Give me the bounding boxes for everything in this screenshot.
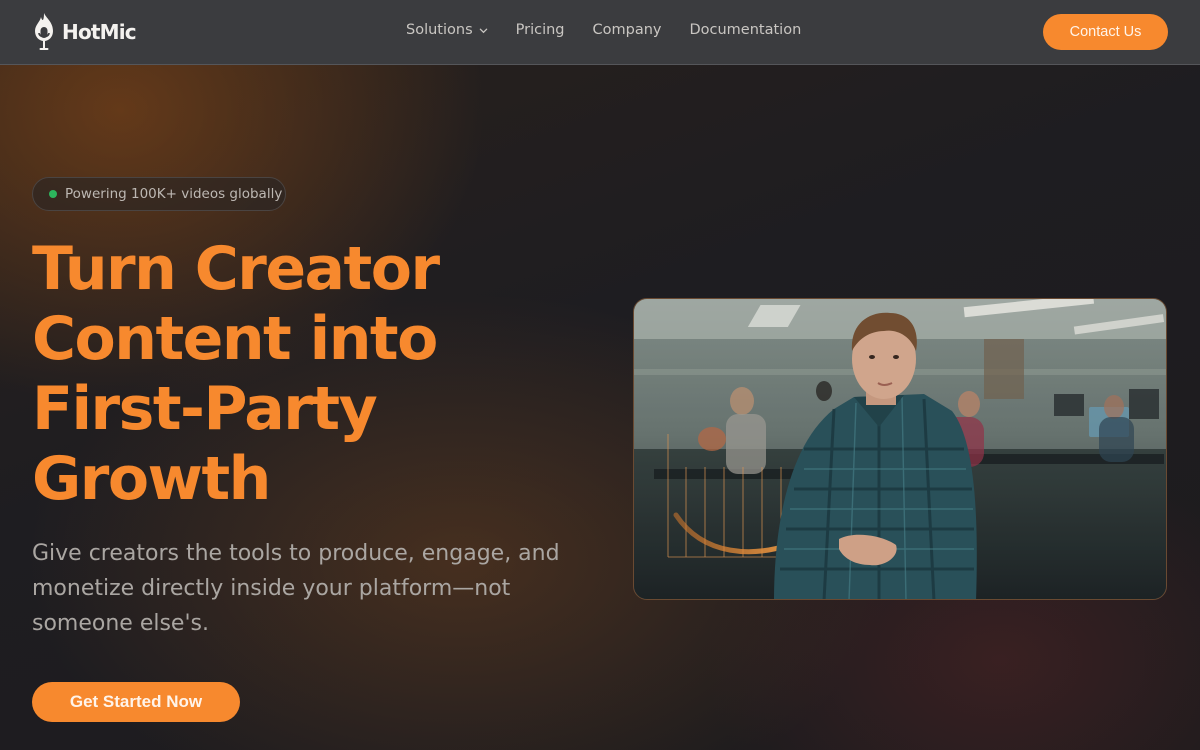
video-frame-image: [634, 299, 1166, 599]
nav-item-pricing[interactable]: Pricing: [516, 22, 565, 38]
headline-line: Growth: [32, 444, 271, 514]
nav-item-label: Solutions: [406, 22, 473, 38]
flame-mic-icon: [35, 13, 53, 50]
contact-us-button[interactable]: Contact Us: [1043, 14, 1168, 50]
status-badge: Powering 100K+ videos globally: [32, 177, 286, 211]
headline-line: Turn Creator: [32, 234, 440, 304]
subhead-line: someone else's.: [32, 611, 209, 636]
nav-item-label: Company: [592, 22, 662, 38]
nav-links: Solutions Pricing Company Documentation: [406, 22, 801, 38]
nav-item-company[interactable]: Company: [593, 22, 662, 38]
nav-item-label: Documentation: [689, 22, 802, 38]
nav-item-solutions[interactable]: Solutions: [406, 22, 488, 38]
badge-text: Powering 100K+ videos globally: [65, 186, 283, 202]
nav-item-documentation[interactable]: Documentation: [689, 22, 801, 38]
subhead-line: monetize directly inside your platform—n…: [32, 576, 511, 601]
hero-video[interactable]: [633, 298, 1167, 600]
brand-name: HotMic: [62, 20, 137, 44]
get-started-button[interactable]: Get Started Now: [32, 682, 240, 722]
nav-item-label: Pricing: [515, 22, 565, 38]
hero-subheading: Give creators the tools to produce, enga…: [32, 536, 572, 641]
headline-line: Content into: [32, 304, 438, 374]
headline-line: First-Party: [32, 374, 378, 444]
subhead-line: Give creators the tools to produce, enga…: [32, 541, 560, 566]
chevron-down-icon: [479, 28, 487, 33]
hero-headline: Turn Creator Content into First-Party Gr…: [32, 234, 512, 514]
status-dot-icon: [49, 190, 57, 198]
logo-link[interactable]: HotMic: [32, 12, 137, 52]
top-navigation: HotMic Solutions Pricing Company Documen…: [0, 0, 1200, 65]
